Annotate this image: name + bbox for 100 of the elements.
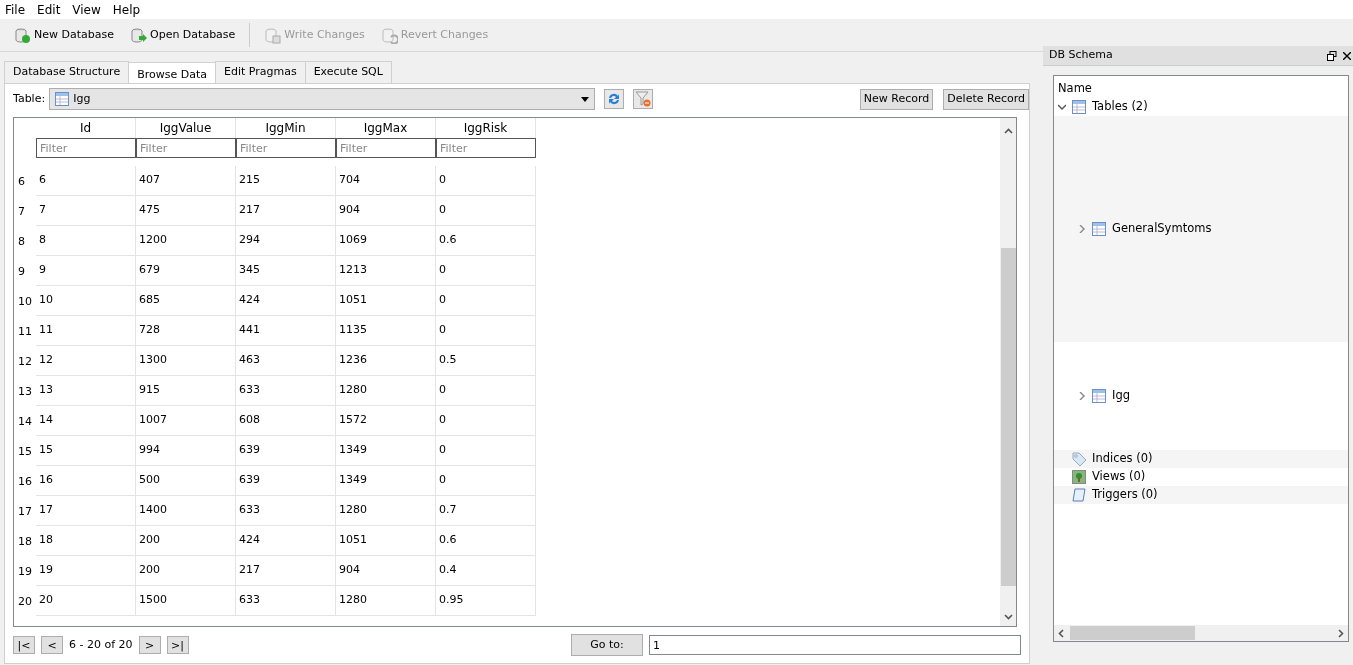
table-cell: 7	[36, 196, 136, 226]
table-cell: 1280	[336, 376, 436, 406]
filter-field[interactable]: Filter	[36, 138, 136, 158]
table-cell: 1400	[136, 496, 236, 526]
table-cell: 0	[436, 196, 536, 226]
page-status: 6 - 20 of 20	[69, 636, 133, 653]
caret-icon	[581, 96, 590, 102]
table-cell: 14	[36, 406, 136, 436]
pager-button[interactable]: |<	[13, 636, 35, 654]
scroll-down-icon[interactable]	[1003, 614, 1013, 620]
table-cell: 915	[136, 376, 236, 406]
database-undo-icon	[380, 26, 398, 44]
table-cell: 904	[336, 196, 436, 226]
table-cell: 475	[136, 196, 236, 226]
go-to-field[interactable]: 1	[649, 635, 1021, 655]
table-icon	[55, 92, 70, 106]
pager-button[interactable]: <	[41, 636, 63, 654]
table-cell: 1135	[336, 316, 436, 346]
dock-title: DB Schema	[1049, 47, 1113, 64]
chevron-right-icon[interactable]	[1078, 392, 1086, 400]
table-cell: 11	[36, 316, 136, 346]
table-cell: 345	[236, 256, 336, 286]
table-cell: 407	[136, 166, 236, 196]
table-cell: 0	[436, 286, 536, 316]
database-disk-icon	[264, 26, 282, 44]
column-header: Name	[1058, 79, 1092, 97]
table-cell: 8	[36, 226, 136, 256]
scrollbar-thumb[interactable]	[1070, 626, 1195, 640]
filter-field[interactable]: Filter	[436, 138, 536, 158]
action-button[interactable]: Delete Record	[943, 88, 1029, 110]
table-cell: 217	[236, 196, 336, 226]
table-cell: 0	[436, 406, 536, 436]
menu-item[interactable]: File	[0, 0, 33, 19]
pager-button[interactable]: >|	[166, 636, 189, 654]
table-cell: 1280	[336, 586, 436, 616]
table-cell: 1500	[136, 586, 236, 616]
tree-item[interactable]: Igg	[1112, 387, 1130, 405]
table-cell: 685	[136, 286, 236, 316]
table-cell: 0	[436, 466, 536, 496]
tree-item[interactable]: Views (0)	[1092, 468, 1146, 486]
table-cell: 1572	[336, 406, 436, 436]
table-cell: 633	[236, 496, 336, 526]
refresh-button[interactable]	[604, 89, 625, 109]
table-icon	[1092, 222, 1106, 236]
tab[interactable]: Database Structure	[4, 60, 130, 83]
filter-field[interactable]: Filter	[136, 138, 236, 158]
table-cell: 1069	[336, 226, 436, 256]
toolbar-button[interactable]: New Database	[8, 24, 120, 46]
table-cell: 15	[36, 436, 136, 466]
table-cell: 9	[36, 256, 136, 286]
table-cell: 6	[36, 166, 136, 196]
landscape-icon	[1072, 470, 1086, 484]
table-cell: 16	[36, 466, 136, 496]
action-button[interactable]: New Record	[859, 88, 934, 110]
scroll-left-icon[interactable]	[1058, 628, 1064, 638]
database-arrow-icon	[130, 26, 147, 44]
table-cell: 633	[236, 586, 336, 616]
tree-item[interactable]: Tables (2)	[1092, 98, 1148, 116]
go-to-button[interactable]: Go to:	[571, 634, 643, 656]
menu-item[interactable]: Edit	[32, 0, 68, 19]
table-cell: 0	[436, 166, 536, 196]
table-cell: 0	[436, 436, 536, 466]
tab[interactable]: Browse Data	[128, 62, 216, 83]
scroll-right-icon[interactable]	[1338, 628, 1344, 638]
menu-item[interactable]: View	[67, 0, 108, 19]
table-cell: 200	[136, 526, 236, 556]
clear-filter-button[interactable]	[633, 89, 654, 109]
scrollbar-thumb[interactable]	[1000, 248, 1016, 586]
table-cell: 441	[236, 316, 336, 346]
table-cell: 1349	[336, 436, 436, 466]
table-cell: 19	[36, 556, 136, 586]
table-icon	[1072, 100, 1086, 114]
tree-item[interactable]: GeneralSymtoms	[1112, 220, 1212, 238]
table-dropdown[interactable]: Igg	[49, 88, 596, 110]
table-cell: 215	[236, 166, 336, 196]
table-cell: 633	[236, 376, 336, 406]
table-cell: 217	[236, 556, 336, 586]
table-cell: 0	[436, 376, 536, 406]
filter-field[interactable]: Filter	[236, 138, 336, 158]
table-cell: 200	[136, 556, 236, 586]
table-cell: 0.5	[436, 346, 536, 376]
table-icon	[1092, 389, 1106, 403]
tab[interactable]: Execute SQL	[304, 60, 392, 83]
table-cell: 18	[36, 526, 136, 556]
pager-button[interactable]: >	[138, 636, 161, 654]
table-cell: 728	[136, 316, 236, 346]
chevron-down-icon[interactable]	[1058, 103, 1066, 111]
filter-field[interactable]: Filter	[336, 138, 436, 158]
table-cell: 1300	[136, 346, 236, 376]
table-cell: 294	[236, 226, 336, 256]
table-cell: 0	[436, 256, 536, 286]
table-cell: 0.6	[436, 526, 536, 556]
chevron-right-icon[interactable]	[1078, 225, 1086, 233]
menu-item[interactable]: Help	[107, 0, 148, 19]
database-plus-icon	[14, 26, 31, 44]
table-cell: 1200	[136, 226, 236, 256]
close-icon[interactable]	[1343, 51, 1351, 60]
float-icon[interactable]	[1327, 50, 1337, 61]
scroll-up-icon[interactable]	[1003, 128, 1013, 134]
toolbar-button[interactable]: Open Database	[124, 24, 242, 46]
